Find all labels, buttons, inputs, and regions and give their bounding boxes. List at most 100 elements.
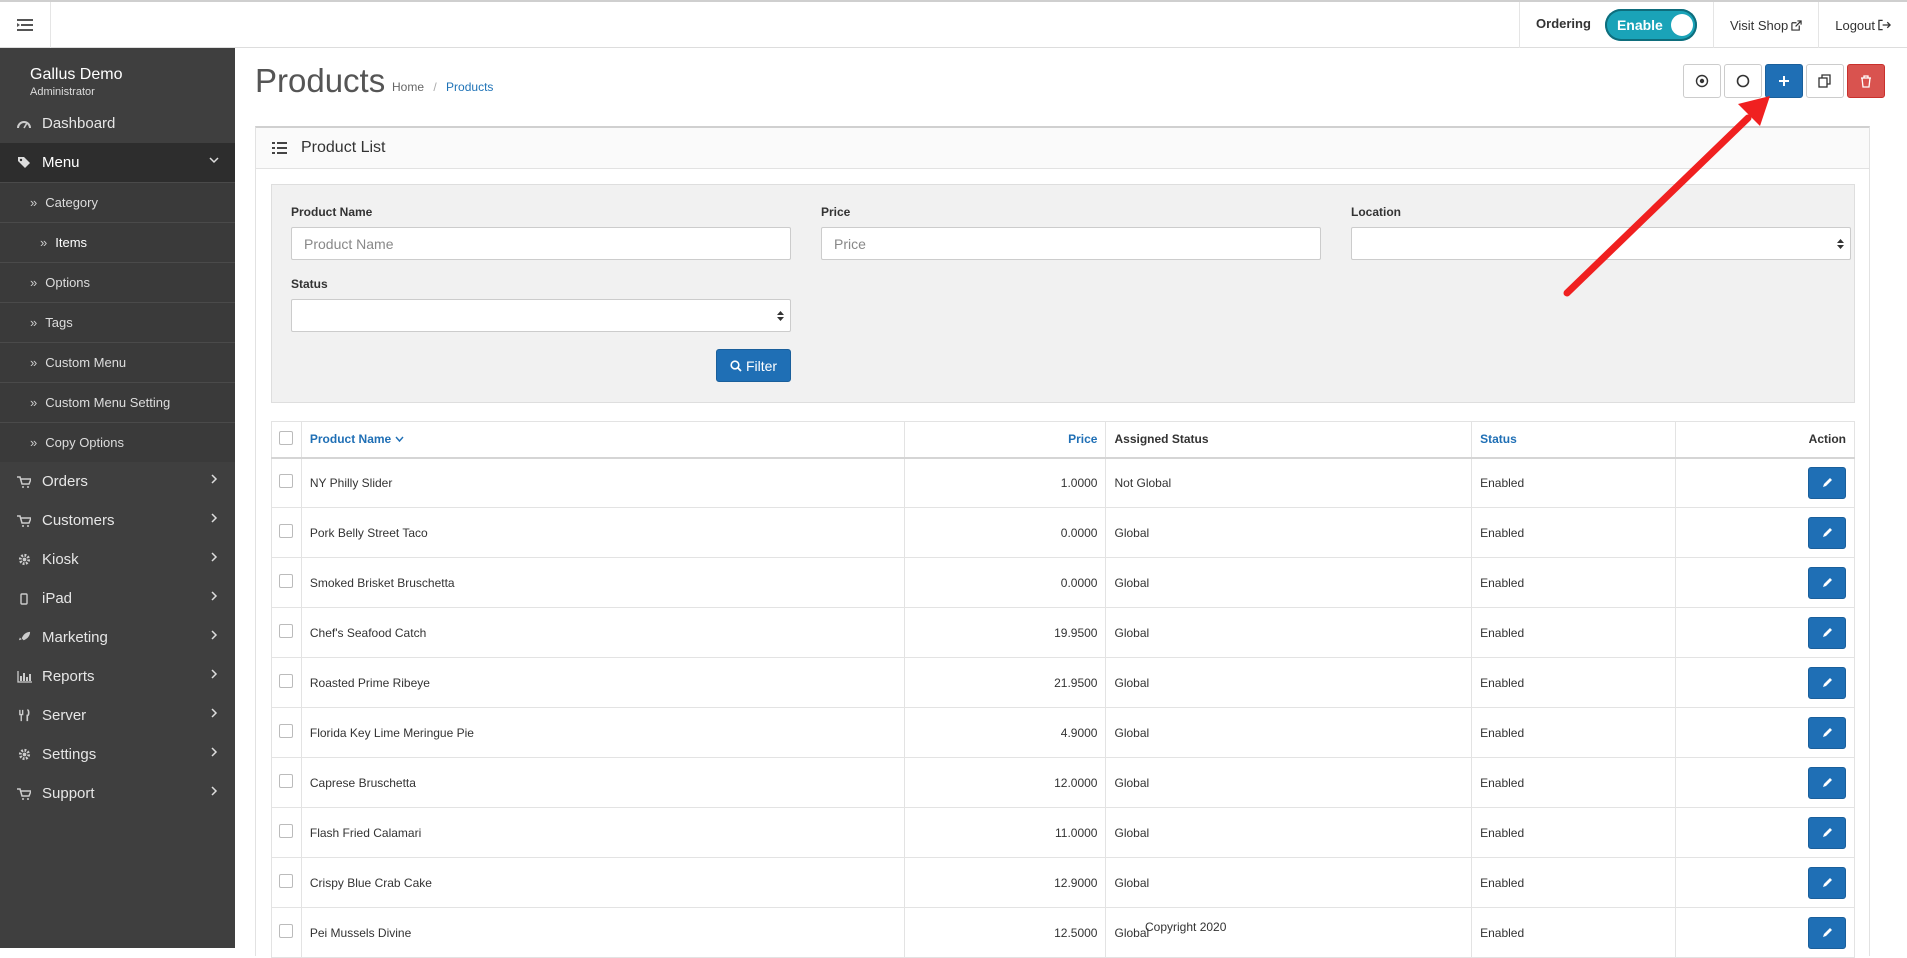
sidebar-item-settings[interactable]: Settings [0,735,235,774]
price-input[interactable] [821,227,1321,260]
sidebar-item-menu[interactable]: Menu [0,143,235,182]
cart-icon [14,514,34,527]
status-select[interactable] [291,299,791,332]
double-chevron-icon: » [30,435,38,450]
edit-button[interactable] [1808,816,1846,849]
table-row: Chef's Seafood Catch 19.9500 Global Enabled [271,607,1856,658]
filter-button[interactable]: Filter [716,349,791,382]
sidebar-item-dashboard[interactable]: Dashboard [0,104,235,143]
table-header-row: Product Name Price Assigned Status Statu… [271,421,1856,459]
edit-button[interactable] [1808,566,1846,599]
status-cell: Enabled [1471,657,1676,708]
sidebar-subitem-label: Copy Options [45,435,124,450]
sidebar-subitem-copy-options[interactable]: » Copy Options [0,422,235,462]
sidebar-item-server[interactable]: Server [0,696,235,735]
chevron-right-icon [211,786,218,796]
select-all-cell [271,421,302,459]
sidebar-subitem-tags[interactable]: » Tags [0,302,235,342]
cart-icon [14,475,34,488]
column-assigned-status: Assigned Status [1105,421,1473,459]
sidebar-toggle-button[interactable] [0,2,51,48]
copy-icon [1818,74,1831,88]
row-checkbox[interactable] [279,824,294,838]
sidebar-subitem-items[interactable]: » Items [0,222,235,262]
sidebar-item-label: Orders [42,473,88,490]
top-header: Ordering Enable Visit Shop Logout [0,0,1907,48]
row-checkbox[interactable] [279,624,294,638]
edit-button[interactable] [1808,616,1846,649]
sidebar-item-label: Server [42,707,87,724]
row-checkbox[interactable] [279,774,294,788]
row-checkbox[interactable] [279,724,294,738]
column-status[interactable]: Status [1471,421,1676,459]
edit-button[interactable] [1808,466,1846,499]
action-cell [1674,607,1856,658]
product-name-cell: Chef's Seafood Catch [300,607,905,658]
edit-button[interactable] [1808,716,1846,749]
product-name-input[interactable] [291,227,791,260]
table-row: Roasted Prime Ribeye 21.9500 Global Enabled [271,657,1856,708]
row-checkbox[interactable] [279,574,294,588]
disable-selected-button[interactable] [1724,64,1762,98]
enable-selected-button[interactable] [1683,64,1721,98]
price-cell: 0.0000 [903,557,1107,608]
breadcrumb-home[interactable]: Home [392,80,424,94]
filter-form: Product Name Price Location Status Filte… [271,184,1855,403]
row-checkbox[interactable] [279,924,294,938]
price-cell: 12.0000 [903,757,1107,808]
copy-button[interactable] [1806,64,1844,98]
sidebar-item-ipad[interactable]: iPad [0,579,235,618]
table-row: Pei Mussels Divine 12.5000 Global Enabled [271,907,1856,958]
sidebar-item-reports[interactable]: Reports [0,657,235,696]
add-new-button[interactable] [1765,64,1803,98]
visit-shop-label: Visit Shop [1729,17,1789,33]
select-arrows-icon [777,310,784,321]
external-link-icon [1791,19,1802,31]
sidebar-subitem-custom-menu[interactable]: » Custom Menu [0,342,235,382]
select-all-checkbox[interactable] [279,430,294,445]
sidebar-subitem-custom-menu-setting[interactable]: » Custom Menu Setting [0,382,235,422]
row-checkbox[interactable] [279,474,294,489]
edit-button[interactable] [1808,666,1846,699]
sidebar-item-customers[interactable]: Customers [0,501,235,540]
edit-button[interactable] [1808,916,1846,949]
chevron-right-icon [211,630,218,640]
sidebar-subitem-options[interactable]: » Options [0,262,235,302]
status-cell: Enabled [1471,857,1676,908]
row-checkbox[interactable] [279,674,294,688]
row-checkbox-cell [271,907,302,958]
column-product-name[interactable]: Product Name [300,421,905,459]
delete-button[interactable] [1847,64,1885,98]
logout-link[interactable]: Logout [1818,2,1907,48]
edit-button[interactable] [1808,866,1846,899]
row-checkbox[interactable] [279,524,294,538]
breadcrumb-current[interactable]: Products [446,80,493,94]
sidebar-item-label: Marketing [42,629,108,646]
chevron-right-icon [211,474,218,484]
gear-icon [14,553,34,566]
edit-button[interactable] [1808,516,1846,549]
price-cell: 0.0000 [903,507,1107,558]
sidebar-item-kiosk[interactable]: Kiosk [0,540,235,579]
row-checkbox[interactable] [279,874,294,888]
gear-icon [14,748,34,761]
product-name-cell: Flash Fried Calamari [300,807,905,858]
visit-shop-link[interactable]: Visit Shop [1712,2,1818,48]
action-cell [1674,907,1856,958]
ordering-toggle[interactable]: Enable [1604,9,1697,41]
bar-chart-icon [14,670,34,683]
sidebar-subitem-category[interactable]: » Category [0,182,235,222]
edit-button[interactable] [1808,766,1846,799]
product-name-cell: Pork Belly Street Taco [300,507,905,558]
location-select[interactable] [1351,227,1851,260]
trash-icon [1861,74,1871,88]
column-price[interactable]: Price [903,421,1107,459]
sidebar-item-support[interactable]: Support [0,774,235,813]
status-cell: Enabled [1471,557,1676,608]
chevron-right-icon [211,708,218,718]
sidebar-item-marketing[interactable]: Marketing [0,618,235,657]
product-name-cell: Roasted Prime Ribeye [300,657,905,708]
sidebar-item-orders[interactable]: Orders [0,462,235,501]
table-row: Flash Fried Calamari 11.0000 Global Enabled [271,807,1856,858]
double-chevron-icon: » [30,355,38,370]
